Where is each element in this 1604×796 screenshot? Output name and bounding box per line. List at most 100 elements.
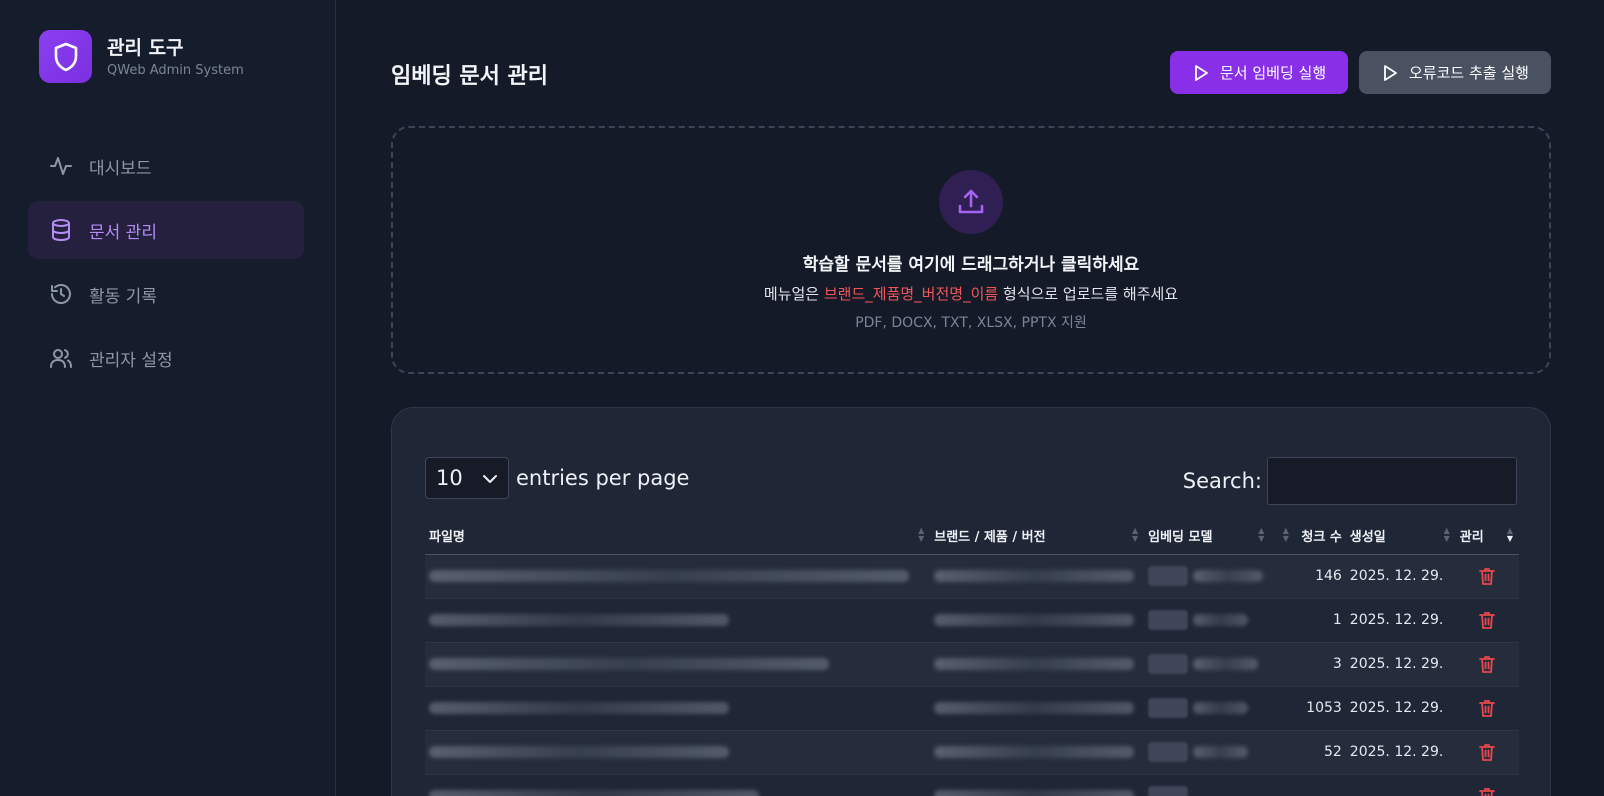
dropzone-supported-formats: PDF, DOCX, TXT, XLSX, PPTX 지원 xyxy=(855,315,1087,331)
page-size-value: 10 xyxy=(436,466,463,490)
model-cell xyxy=(1144,642,1295,687)
model-badge xyxy=(1148,654,1189,674)
page-size-select[interactable]: 10 xyxy=(425,457,509,499)
chunk-count-cell xyxy=(1294,774,1346,796)
dropzone-instructions: 메뉴얼은 브랜드_제품명_버전명_이름 형식으로 업로드를 해주세요 xyxy=(393,283,1549,304)
manage-cell xyxy=(1455,598,1519,643)
model-badge xyxy=(1148,610,1189,630)
run-errorcode-extract-label: 오류코드 추출 실행 xyxy=(1409,64,1529,82)
chunk-count-cell: 52 xyxy=(1294,730,1346,775)
redacted-brand xyxy=(934,658,1135,670)
redacted-brand xyxy=(934,614,1135,626)
column-header-embedding-model[interactable]: 임베딩 모델 ▲ ▼ xyxy=(1144,518,1271,555)
chevron-down-icon xyxy=(481,469,499,493)
delete-icon[interactable] xyxy=(1460,566,1515,586)
column-header-chunk-count[interactable]: 청크 수 xyxy=(1294,518,1346,555)
table-row[interactable]: 1 2025. 12. 29. xyxy=(425,598,1519,643)
dropzone-naming-format: 브랜드_제품명_버전명_이름 xyxy=(823,285,999,303)
column-header-brand-product-version[interactable]: 브랜드 / 제품 / 버전 ▲ ▼ xyxy=(930,518,1145,555)
delete-icon[interactable] xyxy=(1460,654,1515,674)
redacted-brand xyxy=(934,570,1135,582)
dropzone-title: 학습할 문서를 여기에 드래그하거나 클릭하세요 xyxy=(802,255,1140,275)
documents-table: 파일명 ▲ ▼ 브랜드 / 제품 / 버전 ▲ ▼ 임베딩 모델 ▲ ▼ ▲ ▼ 청크 수 생… xyxy=(425,518,1519,796)
delete-icon[interactable] xyxy=(1460,742,1515,762)
created-cell xyxy=(1345,774,1456,796)
sidebar-item-documents[interactable]: 문서 관리 xyxy=(28,201,304,259)
chunk-count-cell: 1053 xyxy=(1294,686,1346,731)
table-row[interactable]: 1053 2025. 12. 29. xyxy=(425,686,1519,731)
activity-icon xyxy=(49,154,73,178)
manage-cell xyxy=(1455,554,1519,599)
filename-cell xyxy=(425,686,931,731)
history-icon xyxy=(49,282,73,306)
brand-title: 관리 도구 xyxy=(107,36,184,59)
delete-icon[interactable] xyxy=(1460,786,1515,796)
redacted-filename xyxy=(429,746,729,758)
sort-icon: ▲ ▼ xyxy=(1506,526,1513,543)
model-badge xyxy=(1148,786,1189,796)
documents-table-card: 10 entries per page Search: 파일명 ▲ ▼ 브랜드 / … xyxy=(391,407,1551,796)
table-row[interactable]: 52 2025. 12. 29. xyxy=(425,730,1519,775)
users-icon xyxy=(49,346,73,370)
run-embedding-button[interactable]: 문서 임베딩 실행 xyxy=(1170,51,1348,94)
column-header-manage[interactable]: 관리 ▲ ▼ xyxy=(1455,518,1519,555)
manage-cell xyxy=(1455,774,1519,796)
created-cell: 2025. 12. 29. xyxy=(1345,730,1456,775)
table-search: Search: xyxy=(1183,457,1517,505)
dropzone-sub-suffix: 형식으로 업로드를 해주세요 xyxy=(998,285,1179,303)
model-badge xyxy=(1148,698,1189,718)
table-row[interactable]: 3 2025. 12. 29. xyxy=(425,642,1519,687)
redacted-brand xyxy=(934,790,1135,796)
chunk-count-cell: 146 xyxy=(1294,554,1346,599)
created-cell: 2025. 12. 29. xyxy=(1345,686,1456,731)
redacted-filename xyxy=(429,658,829,670)
redacted-filename xyxy=(429,790,759,796)
brand-cell xyxy=(930,730,1145,775)
sort-icon: ▲ ▼ xyxy=(1131,526,1139,543)
sidebar-item-label: 활동 기록 xyxy=(89,286,157,307)
sidebar-item-admin-settings[interactable]: 관리자 설정 xyxy=(28,329,304,387)
sidebar-item-dashboard[interactable]: 대시보드 xyxy=(28,137,304,195)
page-title: 임베딩 문서 관리 xyxy=(391,64,548,89)
sidebar: 관리 도구 QWeb Admin System 대시보드 문서 관리 활동 기록 xyxy=(0,0,336,796)
manage-cell xyxy=(1455,642,1519,687)
delete-icon[interactable] xyxy=(1460,698,1515,718)
table-row[interactable]: 146 2025. 12. 29. xyxy=(425,554,1519,599)
redacted-brand xyxy=(934,702,1135,714)
redacted-brand xyxy=(934,746,1135,758)
redacted-filename xyxy=(429,702,729,714)
dropzone-sub-prefix: 메뉴얼은 xyxy=(763,285,824,303)
brand-cell xyxy=(930,554,1145,599)
table-row[interactable] xyxy=(425,774,1519,796)
column-header-extra[interactable]: ▲ ▼ xyxy=(1270,518,1295,555)
filename-cell xyxy=(425,598,931,643)
manage-cell xyxy=(1455,730,1519,775)
brand[interactable]: 관리 도구 QWeb Admin System xyxy=(39,30,244,83)
sort-icon: ▲ ▼ xyxy=(918,526,925,543)
sidebar-item-activity[interactable]: 활동 기록 xyxy=(28,265,304,323)
column-header-filename[interactable]: 파일명 ▲ ▼ xyxy=(425,518,931,555)
play-icon xyxy=(1381,64,1399,82)
sort-icon: ▲ ▼ xyxy=(1443,526,1450,543)
table-header-row: 파일명 ▲ ▼ 브랜드 / 제품 / 버전 ▲ ▼ 임베딩 모델 ▲ ▼ ▲ ▼ 청크 수 생… xyxy=(425,518,1519,555)
run-errorcode-extract-button[interactable]: 오류코드 추출 실행 xyxy=(1359,51,1551,94)
column-header-created[interactable]: 생성일 ▲ ▼ xyxy=(1345,518,1456,555)
brand-subtitle: QWeb Admin System xyxy=(107,62,244,78)
upload-icon xyxy=(939,170,1003,234)
delete-icon[interactable] xyxy=(1460,610,1515,630)
model-badge xyxy=(1148,566,1189,586)
sidebar-item-label: 대시보드 xyxy=(89,158,152,179)
entries-per-page-label: entries per page xyxy=(516,466,690,490)
filename-cell xyxy=(425,554,931,599)
run-embedding-label: 문서 임베딩 실행 xyxy=(1220,64,1327,82)
chunk-count-cell: 1 xyxy=(1294,598,1346,643)
shield-icon xyxy=(39,30,92,83)
search-input[interactable] xyxy=(1267,457,1517,505)
model-cell xyxy=(1144,730,1295,775)
model-cell xyxy=(1144,598,1295,643)
upload-dropzone[interactable]: 학습할 문서를 여기에 드래그하거나 클릭하세요 메뉴얼은 브랜드_제품명_버전… xyxy=(391,126,1551,374)
chunk-count-cell: 3 xyxy=(1294,642,1346,687)
model-cell xyxy=(1144,686,1295,731)
redacted-filename xyxy=(429,614,729,626)
created-cell: 2025. 12. 29. xyxy=(1345,554,1456,599)
